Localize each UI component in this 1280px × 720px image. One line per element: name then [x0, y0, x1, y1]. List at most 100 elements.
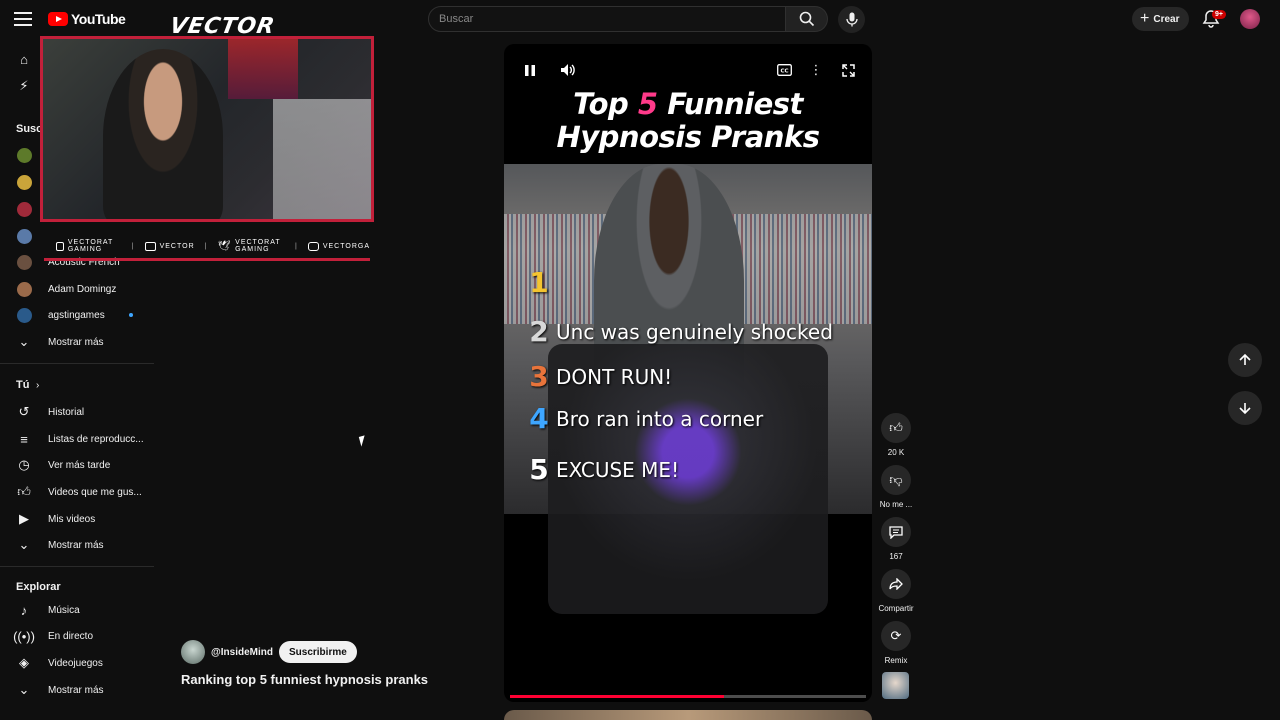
- remix-action[interactable]: ⟳ Remix: [878, 621, 914, 665]
- thumbs-up-icon: 👍︎: [889, 420, 903, 435]
- volume-button[interactable]: [558, 60, 578, 80]
- sidebar-item-label: Mis videos: [48, 513, 96, 525]
- channel-avatar: [16, 147, 32, 163]
- notification-badge: 9+: [1212, 10, 1226, 19]
- gamepad-icon: ◈: [19, 655, 29, 670]
- subscribe-button[interactable]: Suscribirme: [278, 641, 357, 663]
- sidebar-item-liked-videos[interactable]: 👍︎ Videos que me gus...: [0, 479, 154, 505]
- like-action[interactable]: 👍︎ 20 K: [878, 413, 914, 457]
- rank-number: 1: [529, 266, 549, 299]
- rank-text: Bro ran into a corner: [556, 406, 764, 431]
- shorts-video-player[interactable]: CC ⋮ Top 5 Funniest Hypnosis Pranks 1 2 …: [504, 44, 872, 702]
- dislike-action[interactable]: 👎︎ No me ...: [878, 465, 914, 509]
- twitch-icon: [144, 241, 156, 251]
- chevron-right-icon: ›: [36, 379, 40, 391]
- create-button[interactable]: + Crear: [1132, 7, 1190, 31]
- pause-button[interactable]: [520, 60, 540, 80]
- channel-row: @InsideMind Suscribirme: [181, 640, 357, 664]
- overlay-underline: [44, 258, 370, 261]
- sidebar-item-label: Historial: [48, 406, 85, 418]
- show-more-subscriptions[interactable]: ⌄ Mostrar más: [0, 329, 154, 355]
- sidebar-channel-agstingames[interactable]: agstingames: [0, 302, 154, 328]
- comments-button[interactable]: [881, 517, 911, 547]
- sidebar-item-gaming[interactable]: ◈ Videojuegos: [0, 650, 154, 676]
- sidebar-item-label: Videos que me gus...: [48, 486, 142, 498]
- rank-number: 5: [529, 453, 549, 486]
- rank-text: DONT RUN!: [556, 364, 673, 389]
- search-input[interactable]: [428, 6, 786, 32]
- clock-icon: ◷: [18, 457, 30, 472]
- rank-number: 2: [529, 315, 549, 348]
- youtube-play-icon: [48, 12, 68, 26]
- account-avatar[interactable]: [1240, 9, 1260, 29]
- remix-button[interactable]: ⟳: [881, 621, 911, 651]
- dislike-label: No me ...: [879, 500, 913, 509]
- menu-icon[interactable]: [14, 9, 34, 29]
- channel-avatar[interactable]: [181, 640, 205, 664]
- channel-avatar: [16, 228, 32, 244]
- dislike-button[interactable]: 👎︎: [881, 465, 911, 495]
- sidebar-item-watch-later[interactable]: ◷ Ver más tarde: [0, 452, 154, 478]
- background-arcade: [228, 39, 298, 99]
- video-overlay-title: Top 5 Funniest Hypnosis Pranks: [504, 88, 872, 154]
- voice-search-button[interactable]: [838, 6, 865, 33]
- history-icon: ↺: [18, 404, 30, 419]
- youtube-logo[interactable]: YouTube: [48, 11, 126, 27]
- streamer-social-bar: VECTORAT GAMING | VECTOR | 🕊︎ VECTORAT GA…: [44, 234, 370, 258]
- share-action[interactable]: Compartir: [878, 569, 914, 613]
- next-short-button[interactable]: [1228, 391, 1262, 425]
- logo-text: YouTube: [71, 11, 126, 27]
- separator: |: [295, 242, 298, 250]
- previous-short-button[interactable]: [1228, 343, 1262, 377]
- title-line-2: Hypnosis Pranks: [556, 120, 821, 154]
- rank-5: 5 EXCUSE ME!: [528, 453, 679, 486]
- show-more-label: Mostrar más: [48, 539, 104, 551]
- sidebar-item-playlists[interactable]: ≡ Listas de reproducc...: [0, 426, 154, 452]
- fullscreen-button[interactable]: [838, 60, 858, 80]
- audio-source-thumbnail[interactable]: [882, 672, 909, 699]
- share-button[interactable]: [881, 569, 911, 599]
- sidebar-item-label: Música: [48, 604, 80, 616]
- sidebar-item-my-videos[interactable]: ▶ Mis videos: [0, 506, 154, 532]
- rank-number: 4: [529, 402, 549, 435]
- like-button[interactable]: 👍︎: [881, 413, 911, 443]
- social-twitch: VECTOR: [144, 241, 195, 251]
- music-note-icon: ♪: [20, 602, 28, 618]
- sidebar-channel-adam-domingz[interactable]: Adam Domingz: [0, 276, 154, 302]
- show-more-explore[interactable]: ⌄ Mostrar más: [0, 677, 154, 703]
- video-title[interactable]: Ranking top 5 funniest hypnosis pranks: [181, 672, 428, 687]
- channel-avatar: [16, 201, 32, 217]
- sidebar-item-history[interactable]: ↺ Historial: [0, 399, 154, 425]
- sidebar-item-label: En directo: [48, 630, 94, 642]
- channel-handle[interactable]: @InsideMind: [211, 647, 273, 658]
- instagram-icon: [307, 241, 319, 251]
- pause-icon: [525, 64, 535, 76]
- search-button[interactable]: [786, 6, 828, 32]
- microphone-icon: [845, 12, 858, 27]
- share-label: Compartir: [878, 604, 914, 613]
- thumbs-down-icon: 👎︎: [889, 472, 903, 487]
- youtube-shorts-page: YouTube + Crear 9+ ⌂ ⚡ Susc Acoustic: [0, 0, 1280, 720]
- you-section-header[interactable]: Tú ›: [0, 372, 154, 398]
- sidebar-item-music[interactable]: ♪ Música: [0, 597, 154, 623]
- youtube-icon: [56, 241, 64, 251]
- background-shelf: [273, 99, 371, 219]
- sidebar-item-label: Ver más tarde: [48, 459, 111, 471]
- captions-button[interactable]: CC: [774, 60, 794, 80]
- separator: |: [131, 242, 135, 250]
- next-short-preview[interactable]: [504, 710, 872, 720]
- explore-header: Explorar: [16, 581, 61, 593]
- show-more-you[interactable]: ⌄ Mostrar más: [0, 532, 154, 558]
- vertical-dots-icon: ⋮: [809, 62, 823, 77]
- comments-action[interactable]: 167: [878, 517, 914, 561]
- streamer-figure: [103, 49, 223, 219]
- video-progress-bar[interactable]: [510, 695, 866, 698]
- rank-4: 4 Bro ran into a corner: [528, 402, 763, 435]
- svg-text:CC: CC: [780, 69, 788, 75]
- new-content-dot: [129, 313, 133, 317]
- remix-icon: ⟳: [890, 628, 902, 643]
- rank-1: 1: [528, 266, 556, 299]
- social-twitter: 🕊︎ VECTORAT GAMING: [217, 239, 285, 253]
- sidebar-item-live[interactable]: ((•)) En directo: [0, 623, 154, 649]
- more-options-button[interactable]: ⋮: [806, 60, 826, 80]
